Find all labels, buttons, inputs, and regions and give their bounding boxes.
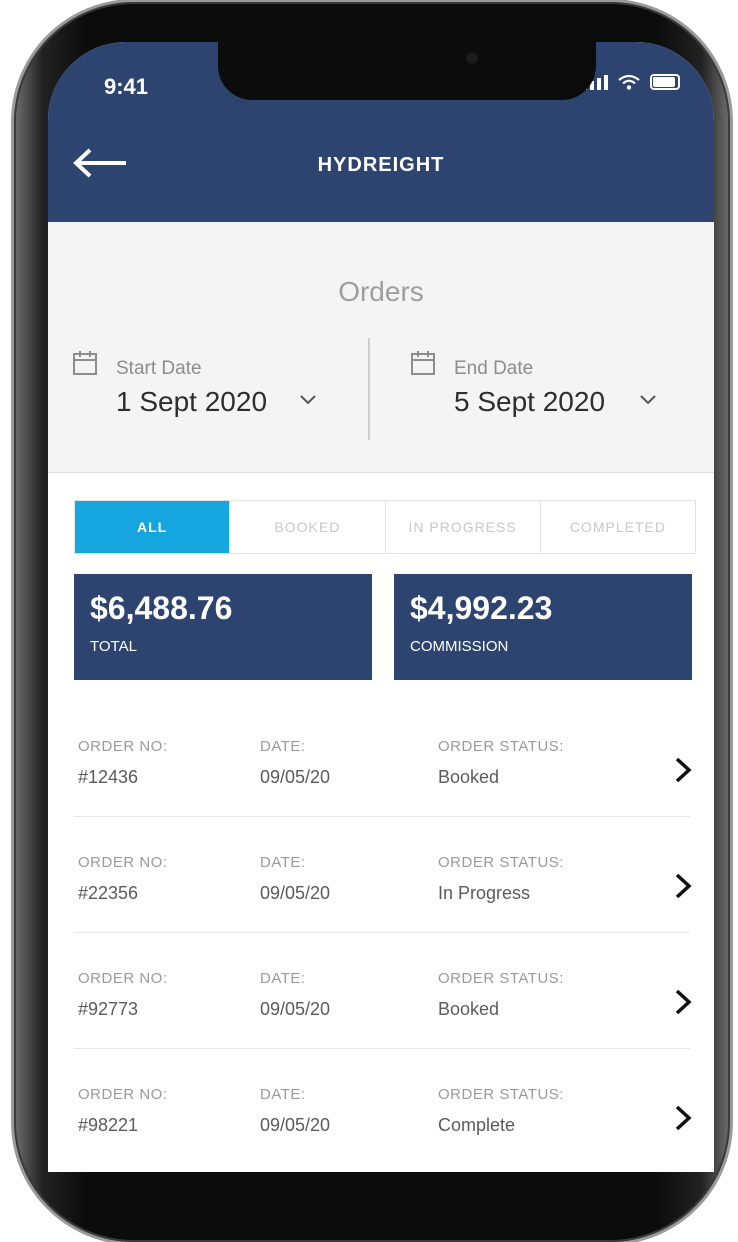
commission-card: $4,992.23 COMMISSION bbox=[394, 574, 692, 680]
tab-completed[interactable]: COMPLETED bbox=[539, 501, 695, 553]
status-value: Booked bbox=[438, 767, 500, 787]
tab-booked[interactable]: BOOKED bbox=[229, 501, 385, 553]
notch bbox=[218, 42, 596, 100]
chevron-down-icon bbox=[300, 395, 316, 405]
order-no-label: ORDER NO: bbox=[78, 854, 168, 871]
app-logo: HYDREIGHT bbox=[317, 154, 445, 176]
status-icons bbox=[583, 74, 680, 90]
total-card: $6,488.76 TOTAL bbox=[74, 574, 372, 680]
chevron-down-icon bbox=[640, 395, 656, 405]
end-date-picker[interactable]: End Date 5 Sept 2020 bbox=[410, 346, 710, 446]
date-value: 09/05/20 bbox=[260, 999, 331, 1019]
order-row[interactable]: ORDER NO: #92773 DATE: 09/05/20 ORDER STAT… bbox=[74, 932, 692, 1049]
app-screen: 9:41 HYDREIGHT Orders Start Date 1 Sept … bbox=[48, 42, 714, 1172]
status-value: Booked bbox=[438, 999, 500, 1019]
date-value: 09/05/20 bbox=[260, 883, 331, 903]
tab-all[interactable]: ALL bbox=[75, 501, 230, 553]
page-title: Orders bbox=[338, 276, 424, 307]
start-date-label: Start Date bbox=[116, 358, 202, 379]
date-label: DATE: bbox=[260, 854, 306, 871]
date-value: 09/05/20 bbox=[260, 1115, 331, 1135]
date-label: DATE: bbox=[260, 738, 306, 755]
order-no-value: #92773 bbox=[78, 999, 139, 1019]
chevron-right-icon[interactable] bbox=[674, 756, 692, 784]
end-date-label: End Date bbox=[454, 358, 534, 379]
order-row[interactable]: ORDER NO: #12436 DATE: 09/05/20 ORDER STAT… bbox=[74, 700, 692, 817]
chevron-right-icon[interactable] bbox=[674, 872, 692, 900]
total-caption: TOTAL bbox=[90, 638, 137, 655]
date-value: 09/05/20 bbox=[260, 767, 331, 787]
status-label: ORDER STATUS: bbox=[438, 970, 564, 987]
order-row[interactable]: ORDER NO: #98221 DATE: 09/05/20 ORDER STAT… bbox=[74, 1048, 692, 1164]
chevron-right-icon[interactable] bbox=[674, 988, 692, 1016]
status-value: Complete bbox=[438, 1115, 516, 1135]
order-no-label: ORDER NO: bbox=[78, 738, 168, 755]
date-label: DATE: bbox=[260, 1086, 306, 1103]
camera-icon bbox=[466, 52, 478, 64]
start-date-value: 1 Sept 2020 bbox=[116, 386, 268, 417]
status-tabs: ALL BOOKED IN PROGRESS COMPLETED bbox=[74, 500, 696, 554]
start-date-picker[interactable]: Start Date 1 Sept 2020 bbox=[72, 346, 372, 446]
date-label: DATE: bbox=[260, 970, 306, 987]
chevron-right-icon[interactable] bbox=[674, 1104, 692, 1132]
order-no-value: #98221 bbox=[78, 1115, 139, 1135]
date-divider bbox=[368, 338, 370, 440]
order-no-value: #12436 bbox=[78, 767, 139, 787]
order-no-label: ORDER NO: bbox=[78, 1086, 168, 1103]
status-value: In Progress bbox=[438, 883, 531, 903]
status-label: ORDER STATUS: bbox=[438, 854, 564, 871]
end-date-value: 5 Sept 2020 bbox=[454, 386, 606, 417]
wifi-icon bbox=[618, 74, 640, 90]
order-no-value: #22356 bbox=[78, 883, 139, 903]
status-label: ORDER STATUS: bbox=[438, 1086, 564, 1103]
calendar-icon bbox=[411, 351, 435, 375]
commission-amount: $4,992.23 bbox=[410, 590, 553, 626]
tab-in-progress[interactable]: IN PROGRESS bbox=[384, 501, 540, 553]
calendar-icon bbox=[73, 351, 97, 375]
order-no-label: ORDER NO: bbox=[78, 970, 168, 987]
total-amount: $6,488.76 bbox=[90, 590, 233, 626]
order-row[interactable]: ORDER NO: #22356 DATE: 09/05/20 ORDER STAT… bbox=[74, 816, 692, 933]
battery-icon bbox=[650, 74, 680, 90]
status-label: ORDER STATUS: bbox=[438, 738, 564, 755]
status-time: 9:41 bbox=[104, 74, 149, 99]
device: 9:41 HYDREIGHT Orders Start Date 1 Sept … bbox=[0, 0, 738, 1242]
commission-caption: COMMISSION bbox=[410, 638, 509, 655]
